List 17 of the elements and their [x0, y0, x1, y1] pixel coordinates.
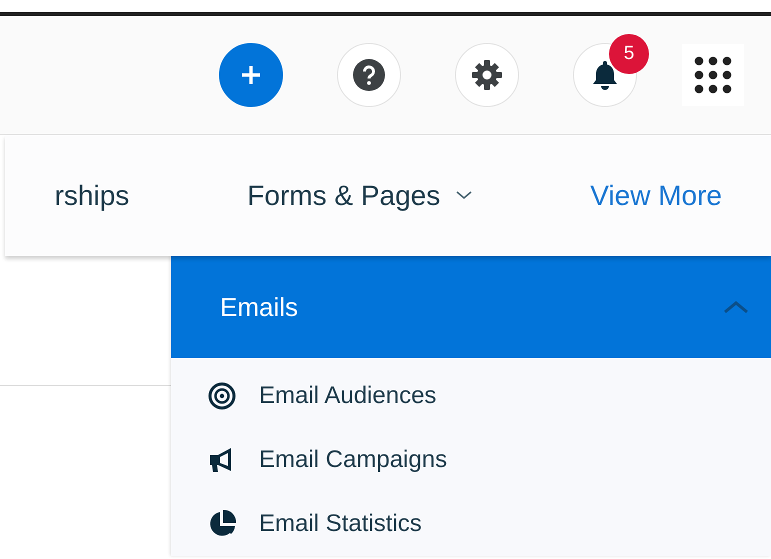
nav-link[interactable]: Forms & Pages [247, 180, 472, 212]
apps-button[interactable] [682, 44, 744, 106]
settings-icon [471, 59, 503, 91]
add-icon [240, 64, 262, 86]
target-icon [208, 382, 236, 410]
chevron-down-icon [456, 191, 472, 200]
help-icon [352, 58, 386, 92]
bell-icon [591, 59, 619, 91]
section-header[interactable]: Emails [171, 256, 771, 358]
pie-chart-icon [207, 509, 237, 539]
menu-item[interactable]: Email Campaigns [171, 428, 771, 492]
notification-count-badge: 5 [609, 34, 649, 74]
menu-item[interactable]: Email Statistics [171, 492, 771, 556]
nav-link[interactable]: rships [54, 180, 130, 212]
nav-link[interactable]: View More [590, 180, 722, 212]
apps-grid-icon [694, 56, 732, 94]
menu-item[interactable]: Email Audiences [171, 364, 771, 428]
